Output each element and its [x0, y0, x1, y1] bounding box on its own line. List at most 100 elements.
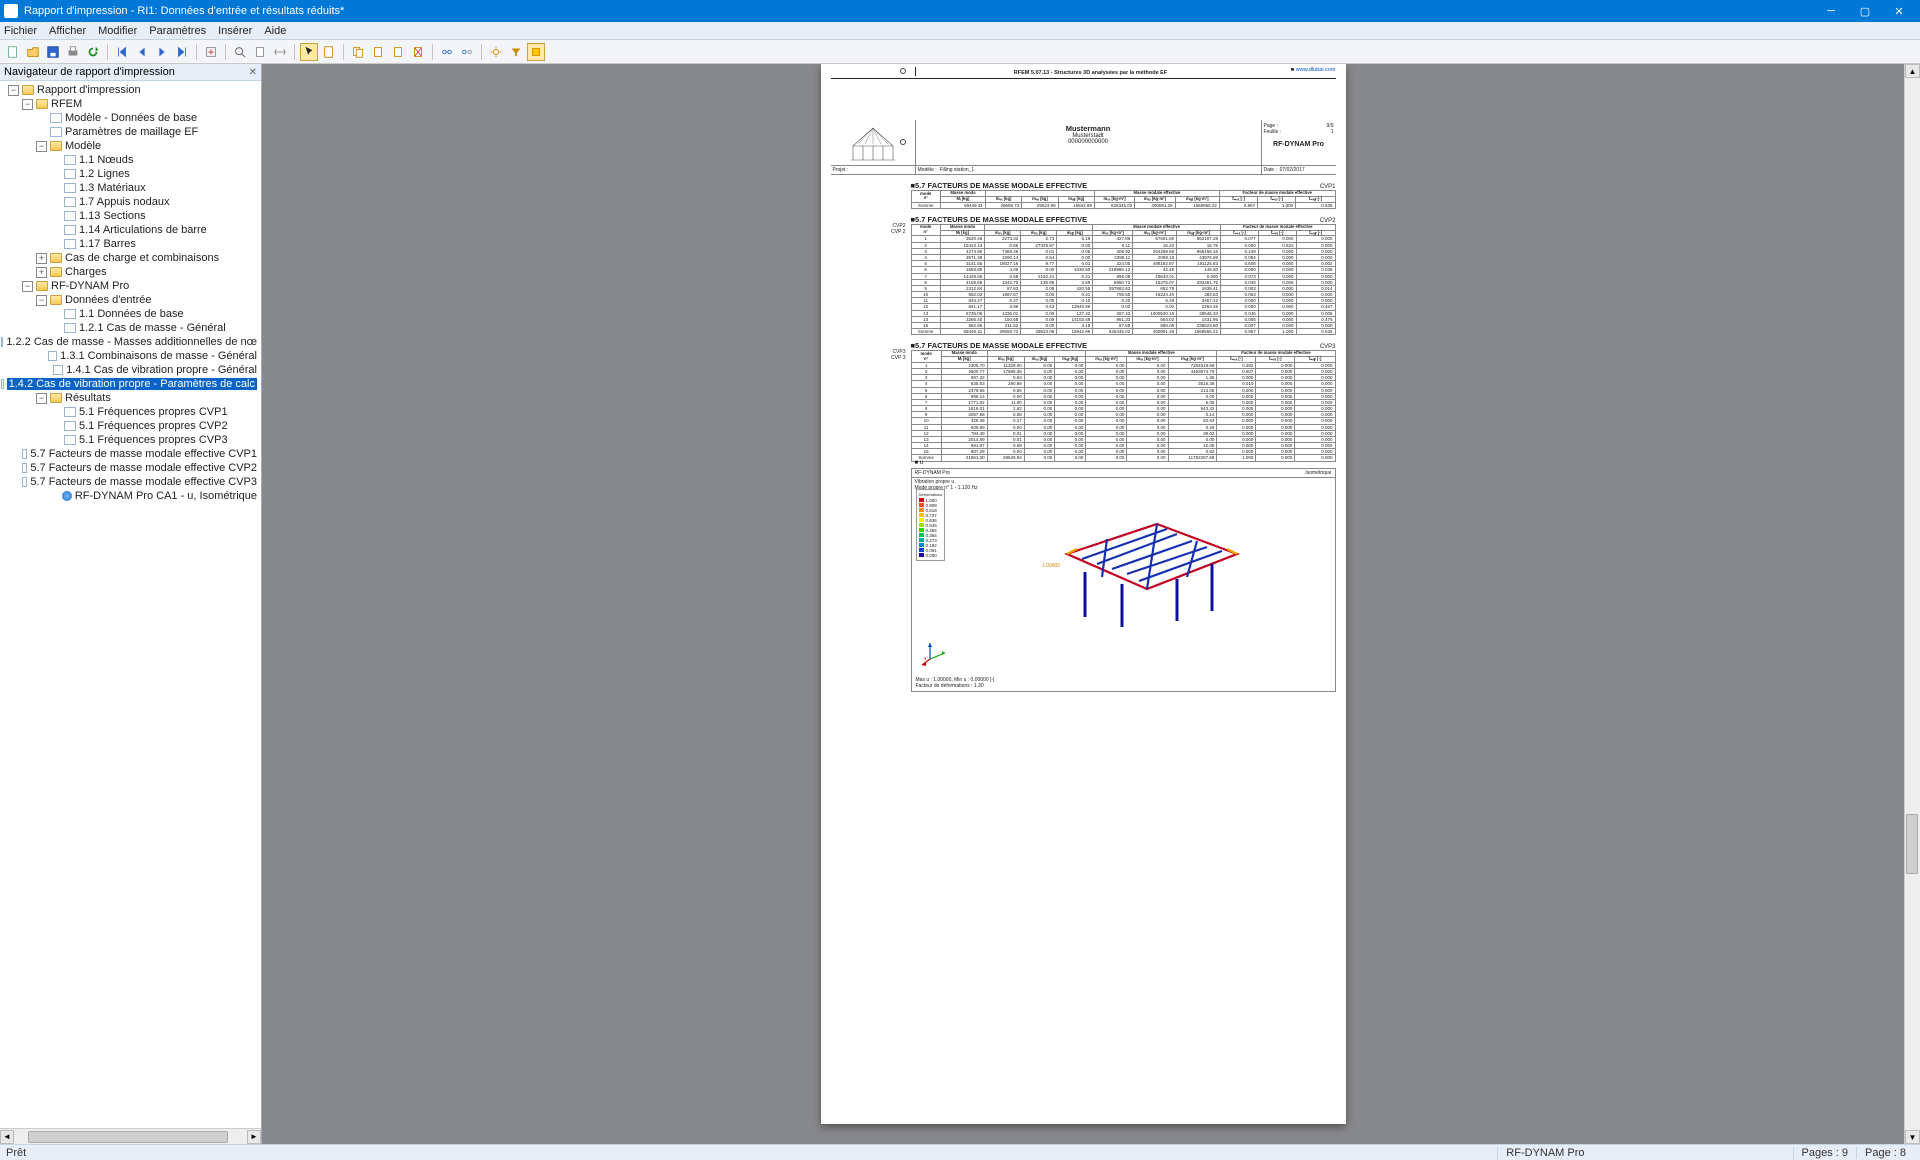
tree-item[interactable]: Modèle - Données de base: [0, 111, 261, 125]
scroll-left-icon[interactable]: ◄: [0, 1130, 14, 1144]
tree-item[interactable]: 5.7 Facteurs de masse modale effective C…: [0, 461, 261, 475]
tree-item[interactable]: 1.2 Lignes: [0, 167, 261, 181]
tb-next-icon[interactable]: [153, 43, 171, 61]
maximize-button[interactable]: ▢: [1848, 0, 1882, 22]
tree-item[interactable]: 5.1 Fréquences propres CVP3: [0, 433, 261, 447]
tree-item[interactable]: RF-DYNAM Pro CA1 - u, Isométrique: [0, 489, 261, 503]
tree-toggle-icon[interactable]: −: [22, 281, 33, 292]
tree-item[interactable]: 1.14 Articulations de barre: [0, 223, 261, 237]
minimize-button[interactable]: ─: [1814, 0, 1848, 22]
tree-item[interactable]: +Charges: [0, 265, 261, 279]
menu-view[interactable]: Afficher: [49, 25, 86, 37]
tree-item[interactable]: −Modèle: [0, 139, 261, 153]
tb-copy-icon[interactable]: [349, 43, 367, 61]
menu-file[interactable]: Fichier: [4, 25, 37, 37]
tree-item[interactable]: 1.1 Données de base: [0, 307, 261, 321]
tree-item[interactable]: Paramètres de maillage EF: [0, 125, 261, 139]
tb-delete-icon[interactable]: [409, 43, 427, 61]
tree-item[interactable]: 5.1 Fréquences propres CVP1: [0, 405, 261, 419]
tree-item[interactable]: 5.7 Facteurs de masse modale effective C…: [0, 447, 261, 461]
tb-open-icon[interactable]: [24, 43, 42, 61]
globe-icon: [62, 491, 72, 501]
tree-toggle-icon[interactable]: +: [36, 253, 47, 264]
tree-toggle-icon[interactable]: +: [36, 267, 47, 278]
tree-item[interactable]: 1.2.1 Cas de masse - Général: [0, 321, 261, 335]
tb-settings-icon[interactable]: [487, 43, 505, 61]
tb-unlink-icon[interactable]: [458, 43, 476, 61]
color-legend: Déformations 1.0000.9090.8180.7270.6360.…: [916, 489, 946, 561]
tb-save-icon[interactable]: [44, 43, 62, 61]
axes-icon: x: [920, 639, 950, 669]
tree-item[interactable]: 1.1 Nœuds: [0, 153, 261, 167]
tree-item[interactable]: 1.3 Matériaux: [0, 181, 261, 195]
tb-print-icon[interactable]: [64, 43, 82, 61]
tree-toggle-icon[interactable]: −: [36, 295, 47, 306]
close-button[interactable]: ✕: [1882, 0, 1916, 22]
tb-last-icon[interactable]: [173, 43, 191, 61]
doc-icon: [64, 309, 76, 319]
menu-help[interactable]: Aide: [264, 25, 286, 37]
tree-label: 1.2.1 Cas de masse - Général: [79, 322, 226, 334]
tb-text-icon[interactable]: [320, 43, 338, 61]
scroll-up-icon[interactable]: ▲: [1905, 64, 1920, 78]
tree-hscrollbar[interactable]: ◄ ►: [0, 1128, 261, 1144]
tb-prev-icon[interactable]: [133, 43, 151, 61]
tree-label: 1.1 Données de base: [79, 308, 184, 320]
tree-item[interactable]: 5.1 Fréquences propres CVP2: [0, 419, 261, 433]
doc-icon: [22, 449, 27, 459]
note-cvp2: CVP2CVP 2: [841, 223, 911, 235]
tb-highlight-icon[interactable]: [527, 43, 545, 61]
folder-icon: [36, 281, 48, 291]
tb-fitpage-icon[interactable]: [251, 43, 269, 61]
vscroll-thumb[interactable]: [1906, 814, 1918, 874]
scroll-thumb[interactable]: [28, 1131, 228, 1143]
scroll-right-icon[interactable]: ►: [247, 1130, 261, 1144]
tree-label: Paramètres de maillage EF: [65, 126, 198, 138]
tb-new-icon[interactable]: [4, 43, 22, 61]
tb-export-icon[interactable]: [202, 43, 220, 61]
tree-toggle-icon[interactable]: −: [8, 85, 19, 96]
tree-item[interactable]: −Rapport d'impression: [0, 83, 261, 97]
tree-item[interactable]: 1.4.1 Cas de vibration propre - Général: [0, 363, 261, 377]
navigator-close-icon[interactable]: ✕: [249, 67, 257, 78]
menu-params[interactable]: Paramètres: [149, 25, 206, 37]
menu-insert[interactable]: Insérer: [218, 25, 252, 37]
tb-link-icon[interactable]: [438, 43, 456, 61]
tb-cut-icon[interactable]: [369, 43, 387, 61]
tree-item[interactable]: 1.13 Sections: [0, 209, 261, 223]
tree-item[interactable]: − Données d'entrée: [0, 293, 261, 307]
tb-select-icon[interactable]: [300, 43, 318, 61]
tree-toggle-icon[interactable]: −: [36, 393, 47, 404]
tb-zoom-icon[interactable]: [231, 43, 249, 61]
folder-icon: [50, 295, 62, 305]
tb-paste-icon[interactable]: [389, 43, 407, 61]
tree-toggle-icon[interactable]: −: [22, 99, 33, 110]
tree-item[interactable]: 5.7 Facteurs de masse modale effective C…: [0, 475, 261, 489]
scroll-down-icon[interactable]: ▼: [1905, 1130, 1920, 1144]
tree-item[interactable]: 1.2.2 Cas de masse - Masses additionnell…: [0, 335, 261, 349]
tree-item[interactable]: +Cas de charge et combinaisons: [0, 251, 261, 265]
tree-item[interactable]: −RFEM: [0, 97, 261, 111]
tree-item[interactable]: 1.4.2 Cas de vibration propre - Paramètr…: [0, 377, 261, 391]
tb-refresh-icon[interactable]: [84, 43, 102, 61]
menu-edit[interactable]: Modifier: [98, 25, 137, 37]
table-cvp2: moden°Masse modaMasse modale effectiveFa…: [911, 224, 1336, 335]
folder-icon: [22, 85, 34, 95]
tree-item[interactable]: −RF-DYNAM Pro: [0, 279, 261, 293]
tree-item[interactable]: 1.17 Barres: [0, 237, 261, 251]
tree-label: 5.1 Fréquences propres CVP3: [79, 434, 228, 446]
report-page: RFEM 5.07.13 - Structures 3D analysées p…: [821, 64, 1346, 1124]
tb-first-icon[interactable]: [113, 43, 131, 61]
folder-icon: [50, 253, 62, 263]
preview-area[interactable]: RFEM 5.07.13 - Structures 3D analysées p…: [262, 64, 1904, 1144]
tree-toggle-icon[interactable]: −: [36, 141, 47, 152]
tb-filter-icon[interactable]: [507, 43, 525, 61]
tree-item[interactable]: −Résultats: [0, 391, 261, 405]
tree-label: Données d'entrée: [65, 294, 152, 306]
tree[interactable]: −Rapport d'impression−RFEMModèle - Donné…: [0, 81, 261, 1128]
window-title: Rapport d'impression - RI1: Données d'en…: [24, 5, 344, 17]
tree-item[interactable]: 1.3.1 Combinaisons de masse - Général: [0, 349, 261, 363]
tree-item[interactable]: 1.7 Appuis nodaux: [0, 195, 261, 209]
tb-fitwidth-icon[interactable]: [271, 43, 289, 61]
preview-vscrollbar[interactable]: ▲ ▼: [1904, 64, 1920, 1144]
